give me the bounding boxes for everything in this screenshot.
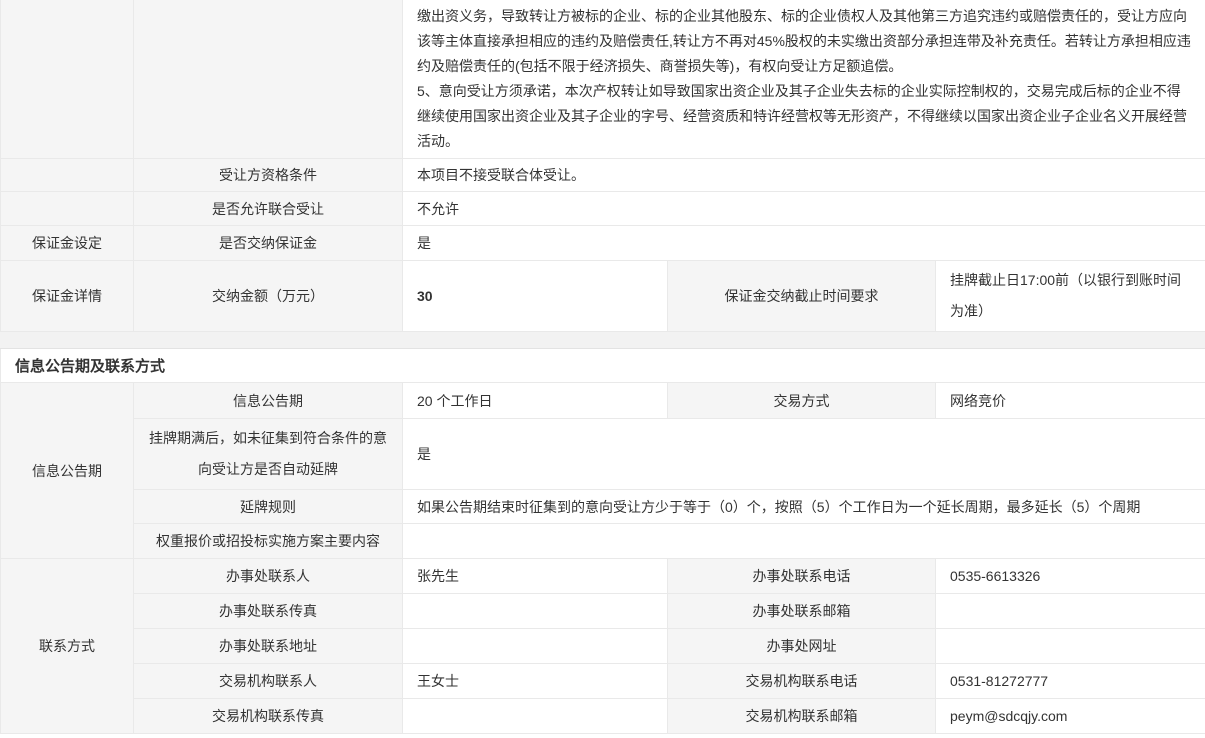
deposit-amount-label: 交纳金额（万元） [134,261,403,332]
office-website-label: 办事处网址 [668,629,936,664]
deposit-detail-group-label: 保证金详情 [1,261,134,332]
empty-group-cell [1,192,134,226]
contact-row: 交易机构联系人 王女士 交易机构联系电话 0531-81272777 [1,664,1205,699]
deposit-setting-group-label: 保证金设定 [1,226,134,261]
transfer-conditions-row: 缴出资义务，导致转让方被标的企业、标的企业其他股东、标的企业债权人及其他第三方追… [1,0,1205,159]
office-contact-label: 办事处联系人 [134,559,403,594]
office-fax-label: 办事处联系传真 [134,594,403,629]
period-label: 信息公告期 [134,383,403,419]
trade-mode-value: 网络竞价 [936,383,1205,419]
contact-row: 办事处联系地址 办事处网址 [1,629,1205,664]
announcement-table: 信息公告期 信息公告期 20 个工作日 交易方式 网络竞价 挂牌期满后，如未征集… [0,382,1205,734]
qualification-label: 受让方资格条件 [134,159,403,192]
office-address-value [403,629,668,664]
transfer-table: 缴出资义务，导致转让方被标的企业、标的企业其他股东、标的企业债权人及其他第三方追… [0,0,1205,332]
empty-group-cell [1,0,134,159]
transfer-conditions-text-cell: 缴出资义务，导致转让方被标的企业、标的企业其他股东、标的企业债权人及其他第三方追… [403,0,1205,159]
agency-contact-value: 王女士 [403,664,668,699]
conditions-paragraph-1: 缴出资义务，导致转让方被标的企业、标的企业其他股东、标的企业债权人及其他第三方追… [417,4,1192,79]
office-address-label: 办事处联系地址 [134,629,403,664]
deposit-required-value: 是 [403,226,1205,261]
contact-row: 联系方式 办事处联系人 张先生 办事处联系电话 0535-6613326 [1,559,1205,594]
extend-rule-label: 延牌规则 [134,490,403,524]
announcement-group-label: 信息公告期 [1,383,134,559]
deposit-deadline-label: 保证金交纳截止时间要求 [668,261,936,332]
page-viewport: 缴出资义务，导致转让方被标的企业、标的企业其他股东、标的企业债权人及其他第三方追… [0,0,1205,738]
empty-label-cell [134,0,403,159]
office-phone-label: 办事处联系电话 [668,559,936,594]
agency-fax-label: 交易机构联系传真 [134,699,403,734]
office-website-value [936,629,1205,664]
period-value: 20 个工作日 [403,383,668,419]
deposit-deadline-value: 挂牌截止日17:00前（以银行到账时间为准） [936,261,1205,332]
office-email-value [936,594,1205,629]
conditions-paragraph-2: 5、意向受让方须承诺，本次产权转让如导致国家出资企业及其子企业失去标的企业实际控… [417,79,1192,154]
deposit-setting-row: 保证金设定 是否交纳保证金 是 [1,226,1205,261]
deposit-amount-value: 30 [403,261,668,332]
agency-phone-value: 0531-81272777 [936,664,1205,699]
contact-row: 交易机构联系传真 交易机构联系邮箱 peym@sdcqjy.com [1,699,1205,734]
qualification-value: 本项目不接受联合体受让。 [403,159,1205,192]
agency-contact-label: 交易机构联系人 [134,664,403,699]
extend-rule-value: 如果公告期结束时征集到的意向受让方少于等于（0）个，按照（5）个工作日为一个延长… [403,490,1205,524]
announcement-section-title: 信息公告期及联系方式 [0,349,1205,382]
empty-group-cell [1,159,134,192]
weight-bid-label: 权重报价或招投标实施方案主要内容 [134,524,403,559]
weight-bid-row: 权重报价或招投标实施方案主要内容 [1,524,1205,559]
agency-email-value: peym@sdcqjy.com [936,699,1205,734]
agency-phone-label: 交易机构联系电话 [668,664,936,699]
auto-extend-label: 挂牌期满后，如未征集到符合条件的意向受让方是否自动延牌 [134,419,403,490]
agency-email-label: 交易机构联系邮箱 [668,699,936,734]
deposit-detail-row: 保证金详情 交纳金额（万元） 30 保证金交纳截止时间要求 挂牌截止日17:00… [1,261,1205,332]
announcement-section: 信息公告期及联系方式 信息公告期 信息公告期 20 个工作日 交易方式 网络竞价… [0,348,1205,734]
weight-bid-value [403,524,1205,559]
office-phone-value: 0535-6613326 [936,559,1205,594]
agency-fax-value [403,699,668,734]
joint-transfer-row: 是否允许联合受让 不允许 [1,192,1205,226]
contact-row: 办事处联系传真 办事处联系邮箱 [1,594,1205,629]
section-gap [0,332,1205,348]
period-row: 信息公告期 信息公告期 20 个工作日 交易方式 网络竞价 [1,383,1205,419]
joint-transfer-value: 不允许 [403,192,1205,226]
auto-extend-row: 挂牌期满后，如未征集到符合条件的意向受让方是否自动延牌 是 [1,419,1205,490]
office-email-label: 办事处联系邮箱 [668,594,936,629]
office-contact-value: 张先生 [403,559,668,594]
office-fax-value [403,594,668,629]
contact-group-label: 联系方式 [1,559,134,734]
extend-rule-row: 延牌规则 如果公告期结束时征集到的意向受让方少于等于（0）个，按照（5）个工作日… [1,490,1205,524]
bottom-gap [0,734,1205,738]
joint-transfer-label: 是否允许联合受让 [134,192,403,226]
qualification-row: 受让方资格条件 本项目不接受联合体受让。 [1,159,1205,192]
trade-mode-label: 交易方式 [668,383,936,419]
auto-extend-value: 是 [403,419,1205,490]
deposit-required-label: 是否交纳保证金 [134,226,403,261]
